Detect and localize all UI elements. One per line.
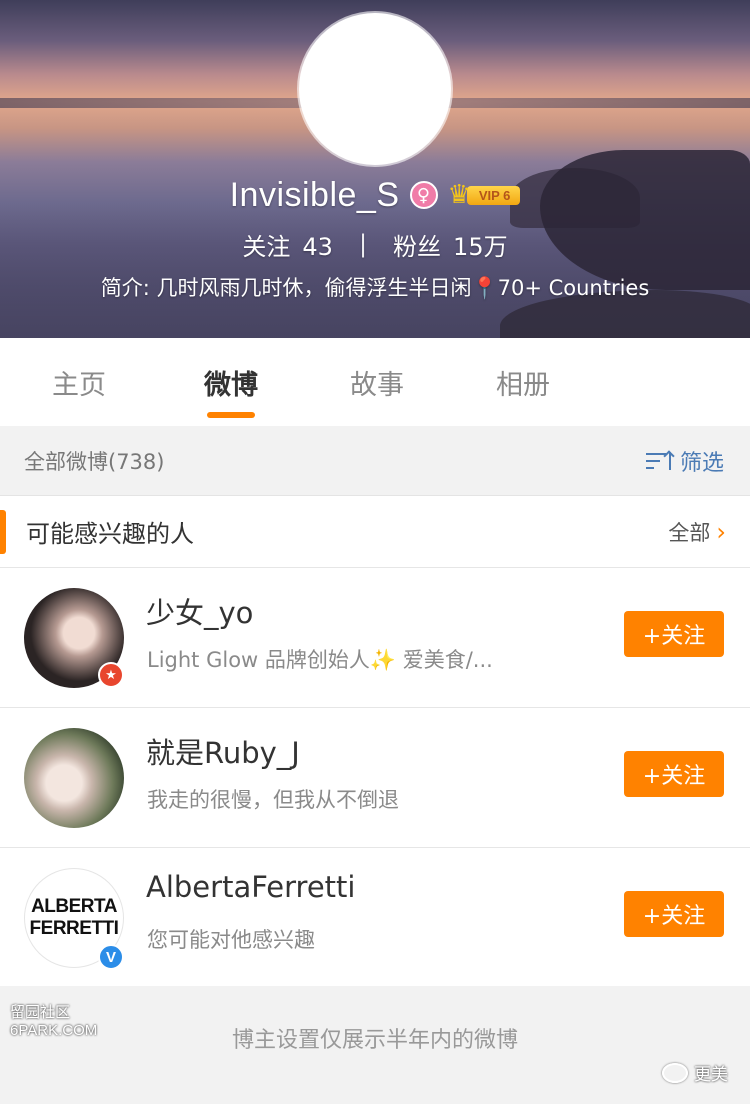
tab-label: 主页 — [52, 369, 106, 401]
tab-album[interactable]: 相册 — [450, 338, 596, 426]
filter-icon — [645, 450, 672, 472]
filter-label: 筛选 — [679, 450, 724, 476]
profile-username: Invisible_S — [229, 175, 400, 214]
follow-button[interactable]: +关注 — [624, 751, 724, 797]
suggested-user-row[interactable]: ★ 少女_yo Light Glow 品牌创始人✨ 爱美食/... +关注 — [0, 568, 750, 708]
visibility-notice: 博主设置仅展示半年内的微博 — [0, 986, 750, 1104]
user-description: 我走的很慢，但我从不倒退 — [147, 788, 399, 812]
see-all-label: 全部 — [668, 520, 711, 545]
active-tab-indicator — [207, 412, 255, 418]
suggestions-title: 可能感兴趣的人 — [26, 520, 194, 548]
watermark-label: 更美 — [694, 1065, 728, 1085]
profile-stats: 关注 43 | 粉丝 15万 — [0, 226, 750, 262]
tab-label: 故事 — [350, 369, 404, 401]
watermark-line: 6PARK.COM — [10, 1022, 98, 1039]
watermark-line: 留园社区 — [10, 1004, 71, 1021]
vip-badge[interactable]: ♛ VIP 6 — [448, 182, 521, 208]
stats-separator: | — [358, 230, 368, 258]
user-name[interactable]: 就是Ruby_J — [146, 730, 300, 772]
crown-icon: ♛ — [447, 180, 471, 210]
wechat-icon — [662, 1062, 688, 1083]
suggestions-header: 可能感兴趣的人 全部 › — [0, 496, 750, 568]
following-count: 43 — [302, 232, 333, 261]
account-watermark: 更美 — [662, 1060, 728, 1085]
location-pin-icon: 📍 — [471, 276, 498, 300]
bio-text: 简介: 几时风雨几时休，偷得浮生半日闲 — [100, 276, 472, 300]
tab-label: 相册 — [496, 369, 550, 401]
profile-page: Invisible_S ♀ ♛ VIP 6 关注 43 | 粉丝 15万 简介: 几… — [0, 0, 750, 1104]
tab-home[interactable]: 主页 — [0, 338, 158, 426]
user-name[interactable]: 少女_yo — [146, 590, 253, 632]
weibo-filter-bar: 全部微博(738) 筛选 — [0, 426, 750, 496]
user-description: Light Glow 品牌创始人✨ 爱美食/... — [147, 648, 493, 672]
suggested-user-row[interactable]: 就是Ruby_J 我走的很慢，但我从不倒退 +关注 — [0, 708, 750, 848]
profile-name-row: Invisible_S ♀ ♛ VIP 6 — [0, 172, 750, 218]
logo-text-line: FERRETTI — [29, 918, 119, 939]
user-description: 您可能对他感兴趣 — [147, 928, 315, 952]
following-label: 关注 — [242, 232, 291, 261]
star-badge-icon: ★ — [98, 662, 124, 688]
visibility-notice-text: 博主设置仅展示半年内的微博 — [231, 1028, 518, 1053]
weibo-count: 全部微博(738) — [24, 449, 165, 474]
follow-button[interactable]: +关注 — [624, 891, 724, 937]
following-stat[interactable]: 关注 43 — [242, 227, 333, 262]
followers-count: 15万 — [453, 232, 508, 261]
profile-bio: 简介: 几时风雨几时休，偷得浮生半日闲📍70+ Countries — [0, 272, 750, 304]
verified-badge-icon: V — [98, 944, 124, 970]
tab-weibo[interactable]: 微博 — [158, 338, 304, 426]
follow-button[interactable]: +关注 — [624, 611, 724, 657]
tab-stories[interactable]: 故事 — [304, 338, 450, 426]
profile-tabs: 主页 微博 故事 相册 — [0, 338, 750, 426]
followers-stat[interactable]: 粉丝 15万 — [393, 227, 508, 262]
filter-button[interactable]: 筛选 — [645, 445, 724, 477]
user-avatar[interactable] — [24, 728, 124, 828]
tab-label: 微博 — [204, 369, 258, 401]
profile-avatar[interactable] — [299, 13, 451, 165]
section-accent-bar — [0, 510, 6, 554]
chevron-right-icon: › — [716, 517, 726, 546]
site-watermark: 留园社区 6PARK.COM — [10, 1004, 97, 1040]
see-all-link[interactable]: 全部 › — [668, 517, 726, 547]
vip-level-label: VIP 6 — [466, 185, 521, 205]
user-name[interactable]: AlbertaFerretti — [146, 870, 356, 904]
female-icon: ♀ — [409, 181, 438, 209]
logo-text-line: ALBERTA — [31, 896, 117, 917]
followers-label: 粉丝 — [393, 232, 442, 261]
bio-extra: 70+ Countries — [497, 276, 650, 300]
suggested-user-row[interactable]: ALBERTA FERRETTI V AlbertaFerretti 您可能对他… — [0, 848, 750, 988]
